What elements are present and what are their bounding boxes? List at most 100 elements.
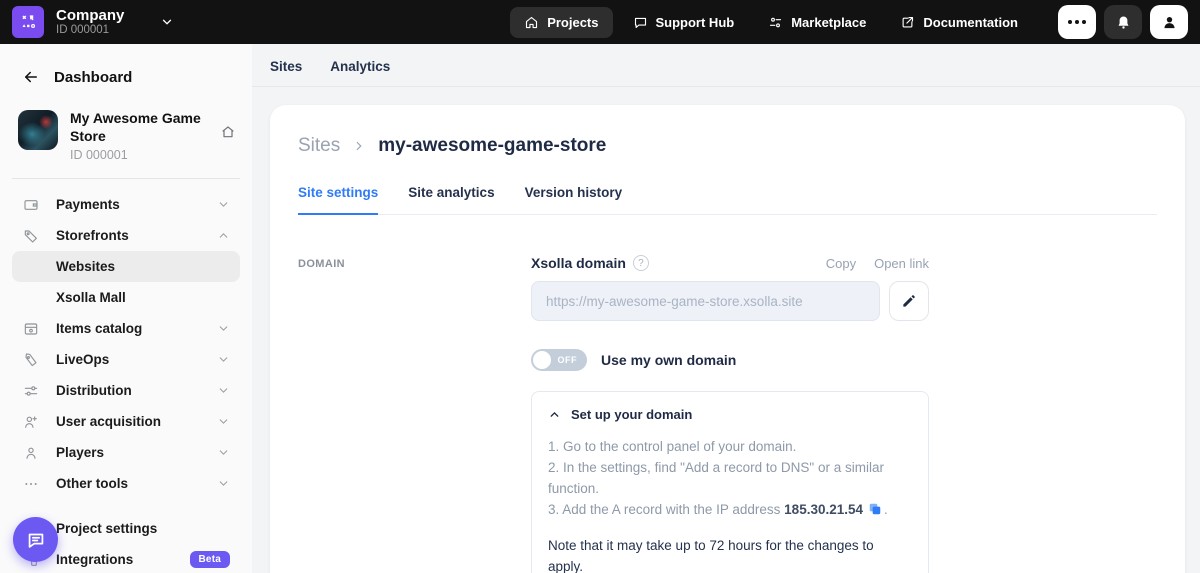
setup-step-1: 1. Go to the control panel of your domai… (548, 437, 912, 458)
sidebar-divider (12, 178, 240, 179)
tab-site-settings[interactable]: Site settings (298, 185, 378, 215)
company-name: Company (56, 8, 124, 25)
nav-documentation[interactable]: Documentation (886, 7, 1032, 38)
site-settings-card: Sites my-awesome-game-store Site setting… (270, 105, 1185, 573)
chevron-up-icon (548, 408, 561, 421)
copy-button[interactable]: Copy (826, 256, 856, 271)
own-domain-toggle[interactable]: OFF (531, 349, 587, 371)
chevron-down-icon (217, 322, 230, 335)
user-plus-icon (22, 414, 40, 430)
sliders-icon (768, 15, 783, 30)
sidebar-item-xsolla-mall[interactable]: Xsolla Mall (12, 282, 240, 313)
project-name: My Awesome Game Store (70, 110, 208, 145)
tab-sites[interactable]: Sites (270, 59, 302, 74)
xsolla-logo-icon (12, 6, 44, 38)
help-icon[interactable]: ? (633, 255, 649, 271)
back-to-dashboard[interactable]: Dashboard (0, 54, 252, 96)
setup-step-3: 3. Add the A record with the IP address … (548, 500, 912, 521)
nav-projects[interactable]: Projects (510, 7, 612, 38)
chevron-down-icon (217, 353, 230, 366)
section-label-domain: DOMAIN (298, 255, 531, 573)
topbar-actions (1058, 5, 1188, 39)
open-link-button[interactable]: Open link (874, 256, 929, 271)
topbar: Company ID 000001 Projects Support Hub M… (0, 0, 1200, 44)
sidebar-item-payments[interactable]: Payments (12, 189, 240, 220)
sidebar-nav: Payments Storefronts Websites Xsolla Mal… (0, 189, 252, 573)
chevron-up-icon (217, 229, 230, 242)
sidebar-item-liveops[interactable]: LiveOps (12, 344, 240, 375)
ellipsis-icon (1068, 20, 1086, 24)
tab-version-history[interactable]: Version history (525, 185, 623, 215)
chevron-down-icon (217, 198, 230, 211)
nav-marketplace[interactable]: Marketplace (754, 7, 880, 38)
edit-domain-button[interactable] (889, 281, 929, 321)
wallet-icon (22, 197, 40, 213)
tab-analytics[interactable]: Analytics (330, 59, 390, 74)
account-button[interactable] (1150, 5, 1188, 39)
setup-panel-title: Set up your domain (571, 407, 692, 422)
chat-icon (25, 529, 47, 551)
chevron-down-icon[interactable] (160, 15, 174, 29)
setup-panel-header[interactable]: Set up your domain (548, 407, 912, 422)
topbar-nav: Projects Support Hub Marketplace Documen… (510, 7, 1032, 38)
ellipsis-icon (22, 476, 40, 492)
domain-section: DOMAIN Xsolla domain ? Copy Open link (298, 255, 1157, 573)
tag-icon (22, 352, 40, 368)
sidebar-item-storefronts[interactable]: Storefronts (12, 220, 240, 251)
chevron-down-icon (217, 415, 230, 428)
beta-badge: Beta (190, 551, 230, 568)
toggle-state-label: OFF (558, 355, 578, 365)
main-content: Sites Analytics Sites my-awesome-game-st… (252, 44, 1200, 573)
back-label: Dashboard (54, 69, 132, 86)
main-tabs: Sites Analytics (252, 44, 1200, 87)
setup-step-2: 2. In the settings, find "Add a record t… (548, 458, 912, 500)
own-domain-label: Use my own domain (601, 352, 736, 368)
sidebar-item-websites[interactable]: Websites (12, 251, 240, 282)
user-icon (22, 445, 40, 461)
company-switcher[interactable]: Company ID 000001 (12, 6, 174, 38)
setup-note: Note that it may take up to 72 hours for… (548, 536, 912, 573)
toggle-knob (533, 351, 551, 369)
person-icon (1161, 14, 1178, 31)
bell-icon (1115, 14, 1132, 31)
arrow-left-icon (22, 68, 40, 86)
setup-steps: 1. Go to the control panel of your domai… (548, 437, 912, 521)
sidebar-item-items-catalog[interactable]: Items catalog (12, 313, 240, 344)
more-options-button[interactable] (1058, 5, 1096, 39)
own-domain-toggle-row: OFF Use my own domain (531, 349, 929, 371)
tab-site-analytics[interactable]: Site analytics (408, 185, 494, 215)
chevron-right-icon (352, 139, 366, 153)
chevron-down-icon (217, 477, 230, 490)
project-avatar (18, 110, 58, 150)
setup-domain-panel: Set up your domain 1. Go to the control … (531, 391, 929, 573)
sidebar: Dashboard My Awesome Game Store ID 00000… (0, 44, 252, 573)
sidebar-item-players[interactable]: Players (12, 437, 240, 468)
home-icon (524, 15, 539, 30)
box-icon (22, 321, 40, 337)
home-icon[interactable] (220, 124, 236, 140)
project-id: ID 000001 (70, 148, 236, 162)
support-chat-fab[interactable] (13, 517, 58, 562)
nav-support-hub[interactable]: Support Hub (619, 7, 749, 38)
card-tabs: Site settings Site analytics Version his… (298, 185, 1157, 215)
notifications-button[interactable] (1104, 5, 1142, 39)
chevron-down-icon (217, 384, 230, 397)
pencil-icon (901, 293, 917, 309)
sidebar-item-user-acquisition[interactable]: User acquisition (12, 406, 240, 437)
ip-address: 185.30.21.54 (784, 502, 863, 517)
sidebar-item-distribution[interactable]: Distribution (12, 375, 240, 406)
chevron-down-icon (217, 446, 230, 459)
sliders-icon (22, 383, 40, 399)
breadcrumb-sites-link[interactable]: Sites (298, 135, 340, 157)
xsolla-domain-input[interactable] (531, 281, 880, 321)
xsolla-domain-label: Xsolla domain (531, 255, 626, 271)
external-link-icon (900, 15, 915, 30)
breadcrumb: Sites my-awesome-game-store (298, 135, 1157, 157)
page-title: my-awesome-game-store (378, 135, 606, 157)
sidebar-item-other-tools[interactable]: Other tools (12, 468, 240, 499)
copy-ip-icon[interactable] (868, 502, 882, 516)
chat-bubble-icon (633, 15, 648, 30)
tag-icon (22, 228, 40, 244)
sidebar-group-gap (12, 499, 240, 513)
project-header[interactable]: My Awesome Game Store ID 000001 (0, 96, 252, 166)
